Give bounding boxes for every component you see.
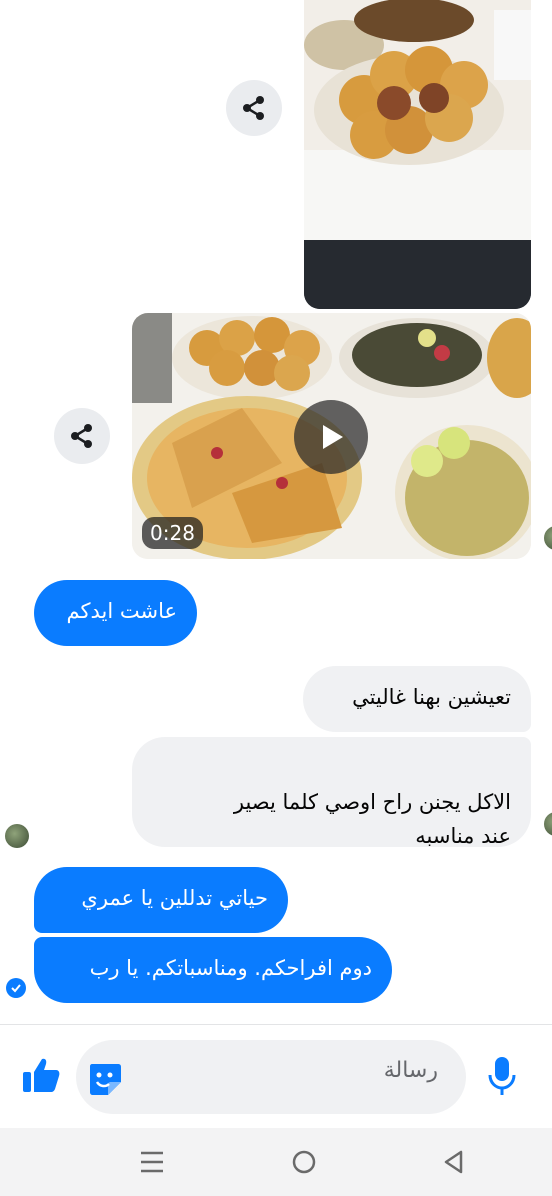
- share-button-video[interactable]: [54, 408, 110, 464]
- message-bubble-outgoing[interactable]: دوم افراحكم. ومناسباتكم. يا رب: [34, 937, 392, 1003]
- thumbs-up-icon: [23, 1058, 60, 1092]
- composer-divider: [0, 1024, 552, 1025]
- message-input[interactable]: رسالة: [76, 1040, 466, 1114]
- microphone-icon: [488, 1057, 516, 1095]
- share-icon: [243, 96, 264, 120]
- menu-icon: [141, 1151, 163, 1173]
- like-button[interactable]: [18, 1053, 64, 1099]
- play-icon: [323, 425, 343, 449]
- home-circle-icon: [292, 1150, 316, 1174]
- message-text: عاشت ايدكم: [66, 599, 178, 623]
- back-button[interactable]: [434, 1144, 474, 1180]
- sticker-button[interactable]: [86, 1060, 124, 1098]
- system-navigation-bar: [0, 1128, 552, 1196]
- message-text: تعيشين بهنا غاليتي: [352, 685, 511, 709]
- food-photo-image: [304, 0, 531, 309]
- share-icon: [71, 424, 92, 448]
- play-button[interactable]: [294, 400, 368, 474]
- share-button-photo[interactable]: [226, 80, 282, 136]
- message-bubble-outgoing[interactable]: عاشت ايدكم: [34, 580, 197, 646]
- sticker-icon: [90, 1064, 121, 1095]
- sender-avatar[interactable]: [544, 526, 552, 550]
- message-bubble-incoming[interactable]: الاكل يجنن راح اوصي كلما يصير عند مناسبه: [132, 737, 531, 848]
- home-button[interactable]: [284, 1144, 324, 1180]
- food-photo[interactable]: [304, 0, 531, 309]
- recent-apps-button[interactable]: [132, 1144, 172, 1180]
- message-bubble-outgoing[interactable]: حياتي تدللين يا عمري: [34, 867, 288, 933]
- message-text: دوم افراحكم. ومناسباتكم. يا رب: [89, 956, 372, 980]
- microphone-button[interactable]: [484, 1054, 520, 1098]
- message-bubble-incoming[interactable]: تعيشين بهنا غاليتي: [303, 666, 531, 732]
- message-text: الاكل يجنن راح اوصي كلما يصير عند مناسبه: [233, 790, 511, 848]
- message-text: حياتي تدللين يا عمري: [81, 886, 268, 910]
- food-video[interactable]: 0:28: [132, 313, 531, 559]
- back-triangle-icon: [444, 1150, 463, 1174]
- video-duration: 0:28: [142, 517, 203, 549]
- sender-avatar[interactable]: [544, 812, 552, 836]
- contact-avatar[interactable]: [5, 824, 29, 848]
- message-placeholder: رسالة: [383, 1058, 438, 1083]
- read-receipt-icon: [6, 978, 26, 998]
